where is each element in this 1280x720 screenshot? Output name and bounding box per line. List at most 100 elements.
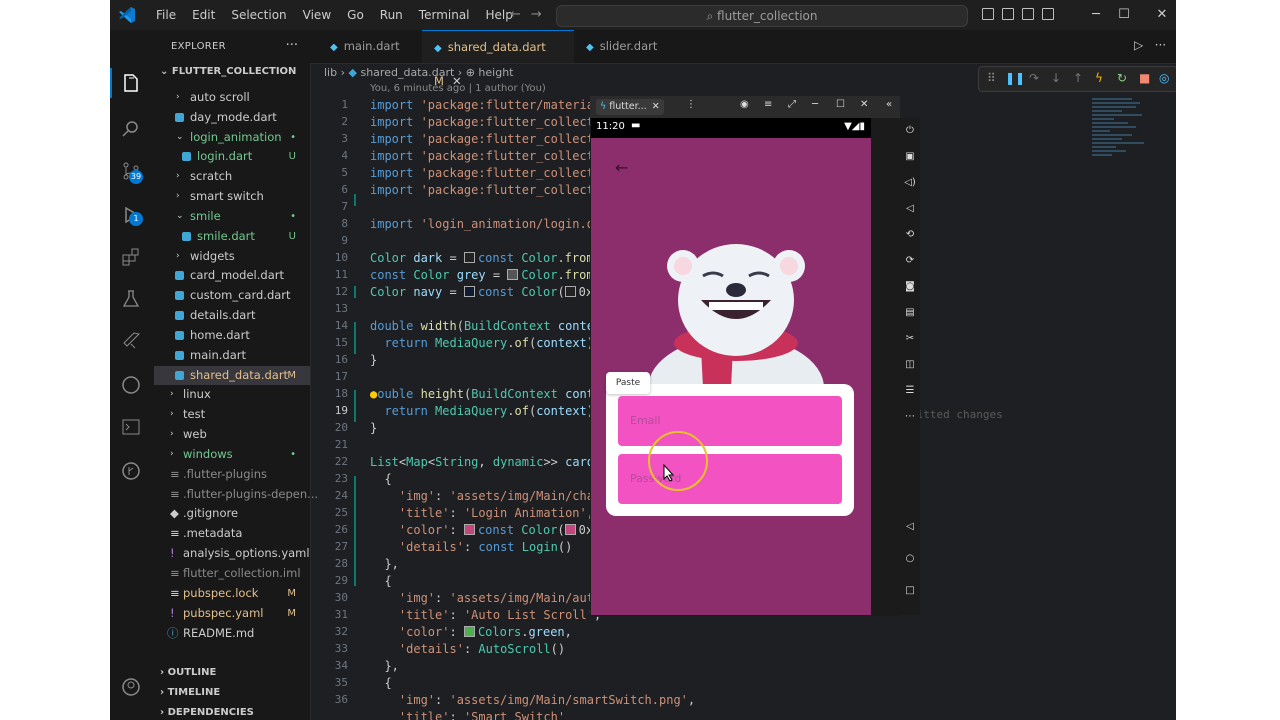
menu-selection[interactable]: Selection <box>223 0 294 30</box>
tree-item[interactable]: › web <box>154 425 310 444</box>
email-field[interactable]: Email <box>618 396 842 446</box>
flutter-icon[interactable] <box>120 330 142 352</box>
search-icon[interactable] <box>120 118 142 140</box>
step-over-icon[interactable]: ↷ <box>1029 71 1039 85</box>
tree-item[interactable]: ⌄ smile • <box>154 207 310 226</box>
timeline-section[interactable]: › TIMELINE <box>160 687 220 698</box>
step-out-icon[interactable]: ↑ <box>1073 71 1083 85</box>
volume-up-icon[interactable]: ◁) <box>903 176 917 190</box>
tree-item[interactable]: ⌄ login_animation • <box>154 128 310 147</box>
tree-item[interactable]: › widgets <box>154 247 310 266</box>
minimap[interactable] <box>1092 96 1156 216</box>
tree-item[interactable]: ≡ .flutter-plugins-depen... <box>154 485 318 504</box>
tab-main-dart[interactable]: ◆ main.dart <box>318 30 434 63</box>
tree-item[interactable]: ◆ .gitignore <box>154 504 310 523</box>
terminal-icon[interactable] <box>120 416 142 438</box>
menu-view[interactable]: View <box>295 0 339 30</box>
outline-section[interactable]: › OUTLINE <box>160 667 216 678</box>
back-arrow-icon[interactable]: ← <box>510 7 531 22</box>
extensions-icon[interactable] <box>120 246 142 268</box>
android-back-icon[interactable]: ◁ <box>903 520 917 534</box>
step-into-icon[interactable]: ↓ <box>1051 71 1061 85</box>
tree-item[interactable]: ! analysis_options.yaml <box>154 544 310 563</box>
split-icon[interactable]: ◫ <box>903 358 917 372</box>
breadcrumb-file[interactable]: shared_data.dart <box>360 66 454 79</box>
menu-edit[interactable]: Edit <box>184 0 223 30</box>
scissors-icon[interactable]: ✂ <box>903 332 917 346</box>
volume-down-icon[interactable]: ◁ <box>903 202 917 216</box>
dependencies-section[interactable]: › DEPENDENCIES <box>160 707 254 718</box>
breadcrumb-symbol[interactable]: height <box>478 66 513 79</box>
tree-item[interactable]: › auto scroll <box>154 88 310 107</box>
back-arrow-icon[interactable]: ← <box>615 158 628 177</box>
tree-item-selected[interactable]: shared_data.dart M <box>154 366 310 385</box>
tree-item[interactable]: ≡ flutter_collection.iml <box>154 564 310 583</box>
run-button-icon[interactable]: ▷ ··· <box>1134 38 1166 52</box>
menu-go[interactable]: Go <box>339 0 372 30</box>
menu-run[interactable]: Run <box>372 0 411 30</box>
tab-slider-dart[interactable]: ◆ slider.dart <box>574 30 696 63</box>
more-icon[interactable]: ⋯ <box>903 410 917 424</box>
workspace-root[interactable]: ⌄ FLUTTER_COLLECTION <box>160 66 296 77</box>
tree-item[interactable]: › smart switch <box>154 187 310 206</box>
pause-icon[interactable]: ❚❚ <box>1005 71 1025 85</box>
toggle-panel-icon[interactable] <box>1002 8 1014 20</box>
tree-item[interactable]: details.dart <box>154 306 310 325</box>
hot-reload-icon[interactable]: ϟ <box>1095 71 1103 85</box>
rotate-icon[interactable]: ⟲ <box>903 228 917 242</box>
apk-icon[interactable]: ▤ <box>903 306 917 320</box>
device-icon[interactable]: ◉ <box>740 99 749 110</box>
testing-icon[interactable] <box>120 288 142 310</box>
customize-layout-icon[interactable] <box>1042 8 1054 20</box>
tree-item[interactable]: card_model.dart <box>154 266 310 285</box>
menu-file[interactable]: File <box>148 0 184 30</box>
close-icon[interactable]: ✕ <box>1142 0 1176 30</box>
toggle-sidebar-icon[interactable] <box>982 8 994 20</box>
command-center-search[interactable]: ⌕ flutter_collection <box>556 5 968 27</box>
tree-item[interactable]: ≡ .flutter-plugins <box>154 465 310 484</box>
more-actions-icon[interactable]: ··· <box>286 38 298 53</box>
collapse-icon[interactable]: « <box>886 99 892 110</box>
android-overview-icon[interactable]: □ <box>903 584 917 598</box>
tree-item[interactable]: › scratch <box>154 167 310 186</box>
stop-icon[interactable]: ■ <box>1139 71 1150 85</box>
restart-icon[interactable]: ↻ <box>1117 71 1127 85</box>
nav-arrows[interactable]: ←→ <box>510 7 552 22</box>
tree-item[interactable]: login.dart U <box>154 147 310 166</box>
power-icon[interactable]: ⏻ <box>903 124 917 138</box>
rotate-right-icon[interactable]: ⟳ <box>903 254 917 268</box>
git-graph-icon[interactable] <box>120 460 142 482</box>
tree-item[interactable]: main.dart <box>154 346 310 365</box>
tree-item[interactable]: › windows • <box>154 445 310 464</box>
maximize-icon[interactable]: ☐ <box>836 99 845 110</box>
more-icon[interactable]: ⋮ <box>686 99 696 110</box>
forward-arrow-icon[interactable]: → <box>531 7 552 22</box>
tree-item[interactable]: custom_card.dart <box>154 286 310 305</box>
tree-item[interactable]: home.dart <box>154 326 310 345</box>
tree-item[interactable]: ⓘ README.md <box>154 624 310 643</box>
tree-item[interactable]: day_mode.dart <box>154 108 310 127</box>
close-icon[interactable]: ✕ <box>652 101 660 112</box>
github-icon[interactable] <box>120 374 142 396</box>
tree-item[interactable]: › linux <box>154 385 310 404</box>
maximize-icon[interactable]: ☐ <box>1104 0 1144 30</box>
minimize-icon[interactable]: ─ <box>812 99 818 110</box>
android-home-icon[interactable]: ○ <box>903 552 917 566</box>
drag-handle-icon[interactable]: ⠿ <box>987 71 996 85</box>
tab-shared-data-dart[interactable]: ◆ shared_data.dart M ✕ <box>422 30 574 88</box>
screenshot-icon[interactable]: ▣ <box>903 150 917 164</box>
tree-item[interactable]: ! pubspec.yaml M <box>154 604 310 623</box>
account-icon[interactable] <box>120 676 142 698</box>
devtools-icon[interactable]: ◎ <box>1159 71 1169 85</box>
tree-item[interactable]: ≡ pubspec.lock M <box>154 584 310 603</box>
breadcrumb-folder[interactable]: lib <box>324 66 337 79</box>
paste-popup[interactable]: Paste <box>606 372 650 394</box>
explorer-icon[interactable] <box>120 72 142 94</box>
menu-icon[interactable]: ≡ <box>764 99 772 110</box>
codelens-blame[interactable]: You, 6 minutes ago | 1 author (You) <box>370 83 546 94</box>
list-icon[interactable]: ☰ <box>903 384 917 398</box>
tree-item[interactable]: ≡ .metadata <box>154 524 310 543</box>
menu-terminal[interactable]: Terminal <box>411 0 478 30</box>
tree-item[interactable]: › test <box>154 405 310 424</box>
emulator-tab[interactable]: ϟ flutter... ✕ <box>596 99 664 115</box>
